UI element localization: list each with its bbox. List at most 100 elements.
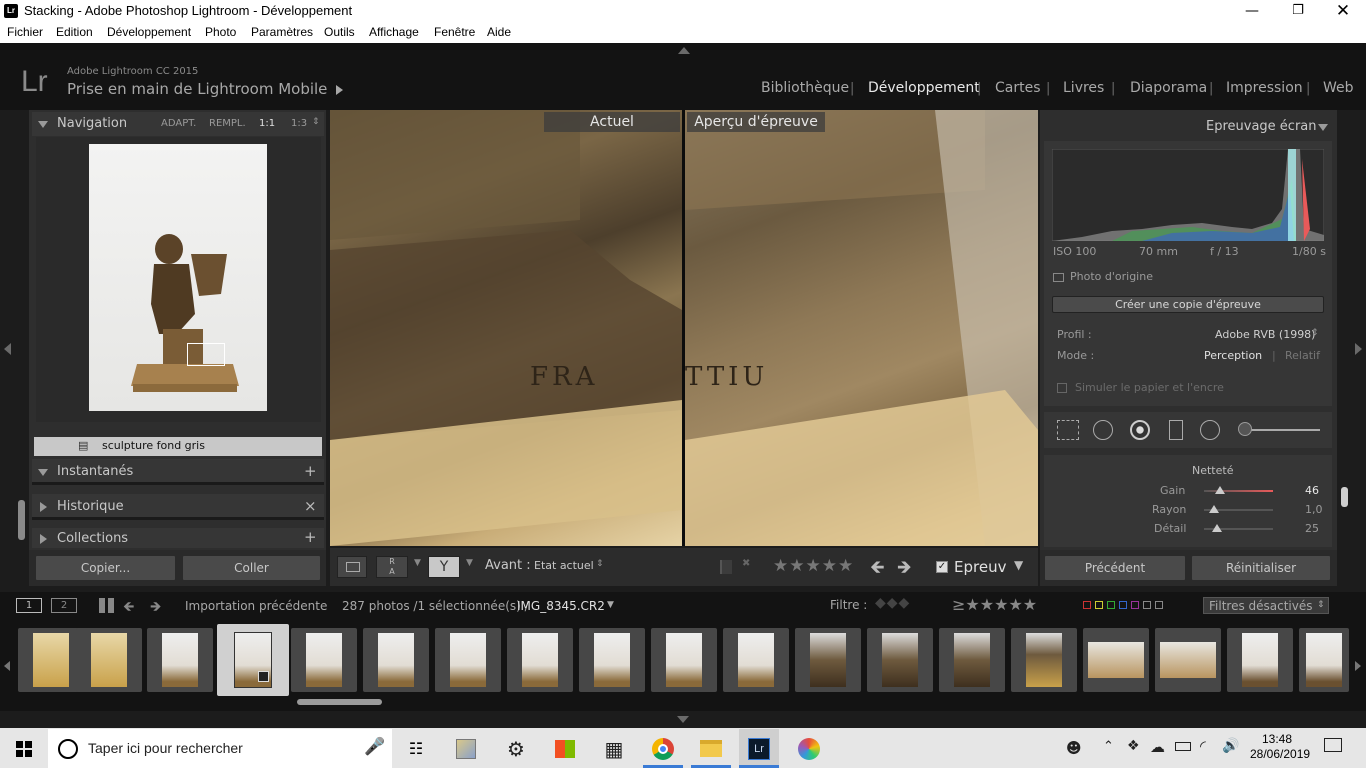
- gain-slider-thumb[interactable]: [1215, 486, 1225, 494]
- filmstrip-thumb[interactable]: [147, 628, 213, 692]
- filmstrip-left-arrow-icon[interactable]: [4, 661, 10, 671]
- right-panel-scrollbar[interactable]: [1341, 487, 1348, 507]
- filmstrip-thumb[interactable]: [1299, 628, 1349, 692]
- filmstrip-thumb[interactable]: [579, 628, 645, 692]
- red-eye-tool-icon[interactable]: [1130, 420, 1150, 440]
- mode-perception[interactable]: Perception: [1204, 349, 1262, 362]
- filmstrip-scrollbar[interactable]: [297, 699, 382, 705]
- rayon-slider-thumb[interactable]: [1209, 505, 1219, 513]
- filmstrip-thumb[interactable]: [1083, 628, 1149, 692]
- volume-icon[interactable]: 🔊: [1222, 738, 1239, 754]
- module-bibliotheque[interactable]: Bibliothèque: [761, 80, 849, 96]
- filmstrip-thumb[interactable]: [18, 628, 84, 692]
- maximize-button[interactable]: ❐: [1275, 0, 1321, 23]
- next-arrow-icon[interactable]: 🡺: [897, 555, 912, 585]
- close-button[interactable]: ✕: [1320, 0, 1366, 23]
- menu-edition[interactable]: Edition: [56, 25, 93, 39]
- right-panel-toggle-icon[interactable]: [1355, 343, 1362, 355]
- reject-flag-icon[interactable]: ✖: [742, 558, 754, 572]
- crop-tool-icon[interactable]: [1057, 420, 1079, 440]
- rayon-value[interactable]: 1,0: [1305, 503, 1323, 516]
- clear-history-icon[interactable]: ×: [304, 497, 317, 515]
- onedrive-cloud-icon[interactable]: ☁: [1150, 738, 1165, 756]
- clock[interactable]: 13:48 28/06/2019: [1250, 732, 1310, 766]
- spot-removal-tool-icon[interactable]: [1093, 420, 1113, 440]
- filmstrip-thumb[interactable]: [435, 628, 501, 692]
- dropdown-arrow-icon[interactable]: ▼: [466, 558, 473, 568]
- current-filename[interactable]: IMG_8345.CR2: [517, 599, 605, 613]
- gain-value[interactable]: 46: [1305, 484, 1319, 497]
- module-web[interactable]: Web: [1323, 80, 1354, 96]
- before-state-select[interactable]: Etat actuel: [534, 559, 594, 572]
- zoom-stepper-icon[interactable]: ⇕: [312, 117, 320, 127]
- play-icon[interactable]: [336, 85, 343, 95]
- color-label-filters[interactable]: [1083, 601, 1183, 610]
- module-developpement[interactable]: Développement: [868, 80, 980, 96]
- create-proof-copy-button[interactable]: Créer une copie d'épreuve: [1052, 296, 1324, 313]
- start-button[interactable]: [4, 729, 44, 768]
- simulate-paper-checkbox[interactable]: [1057, 383, 1067, 393]
- navigator-header[interactable]: Navigation ADAPT. REMPL. 1:1 1:3 ⇕: [32, 112, 324, 136]
- panel-historique[interactable]: Historique ×: [32, 494, 324, 520]
- star-rating[interactable]: ★★★★★: [773, 556, 854, 576]
- filters-select[interactable]: Filtres désactivés ⇕: [1203, 597, 1329, 614]
- soft-proof-checkbox[interactable]: ✓: [936, 561, 948, 573]
- reset-button[interactable]: Réinitialiser: [1191, 555, 1331, 581]
- dropbox-icon[interactable]: ❖: [1127, 738, 1140, 754]
- filmstrip-right-arrow-icon[interactable]: [1355, 661, 1361, 671]
- wifi-icon[interactable]: ◜: [1200, 737, 1206, 755]
- top-panel-toggle-icon[interactable]: [678, 47, 690, 54]
- menu-outils[interactable]: Outils: [324, 25, 355, 39]
- soft-proof-panel-header[interactable]: Epreuvage écran: [1044, 113, 1332, 139]
- previous-arrow-icon[interactable]: 🡸: [870, 555, 885, 585]
- zoom-rempl[interactable]: REMPL.: [209, 118, 246, 129]
- zoom-area-rectangle[interactable]: [187, 343, 225, 366]
- calculator-icon[interactable]: ▦: [594, 729, 634, 768]
- navigator-preview[interactable]: [36, 137, 321, 422]
- screen-2-button[interactable]: 2: [51, 598, 77, 613]
- toolbar-menu-icon[interactable]: ▼: [1014, 558, 1023, 572]
- add-snapshot-icon[interactable]: +: [304, 462, 317, 480]
- previous-settings-button[interactable]: Précédent: [1044, 555, 1186, 581]
- filmstrip-thumb-selected[interactable]: [217, 624, 289, 696]
- dropdown-arrow-icon[interactable]: ▼: [414, 558, 421, 568]
- notifications-icon[interactable]: [1324, 738, 1342, 752]
- photos-app-icon[interactable]: [789, 729, 829, 768]
- left-panel-scrollbar[interactable]: [18, 500, 25, 540]
- photo-proof-preview[interactable]: TTIU: [685, 110, 1038, 546]
- rating-filter-stars[interactable]: ≥★★★★★: [952, 595, 1037, 614]
- filmstrip-thumb[interactable]: [651, 628, 717, 692]
- module-impression[interactable]: Impression: [1226, 80, 1303, 96]
- task-view-icon[interactable]: ☷: [396, 729, 436, 768]
- panel-collections[interactable]: Collections +: [32, 528, 324, 548]
- filmstrip-thumb[interactable]: [1155, 628, 1221, 692]
- original-photo-checkbox[interactable]: [1053, 273, 1064, 282]
- people-icon[interactable]: ☻: [1066, 739, 1082, 757]
- screen-1-button[interactable]: 1: [16, 598, 42, 613]
- image-compare-view[interactable]: FRA TTIU Actuel Aperçu d'épreuve: [330, 110, 1038, 546]
- copy-settings-button[interactable]: Copier...: [35, 555, 176, 581]
- zoom-1-1[interactable]: 1:1: [259, 118, 275, 129]
- detail-value[interactable]: 25: [1305, 522, 1319, 535]
- panel-instantanes[interactable]: Instantanés +: [32, 459, 324, 485]
- adjustment-brush-slider[interactable]: [1240, 429, 1320, 431]
- menu-developpement[interactable]: Développement: [107, 25, 191, 39]
- soft-proof-view-button[interactable]: Y: [428, 556, 460, 578]
- menu-affichage[interactable]: Affichage: [369, 25, 419, 39]
- flag-icon[interactable]: [720, 560, 732, 574]
- graduated-filter-icon[interactable]: [1169, 420, 1183, 440]
- mode-relatif[interactable]: Relatif: [1285, 349, 1320, 362]
- grid-view-icon[interactable]: [99, 598, 114, 613]
- module-livres[interactable]: Livres: [1063, 80, 1104, 96]
- profile-stepper-icon[interactable]: ⇕: [1311, 328, 1319, 338]
- filename-dropdown-icon[interactable]: ▼: [607, 600, 614, 610]
- collection-item[interactable]: ▤ sculpture fond gris: [34, 437, 322, 456]
- show-hidden-icons-icon[interactable]: ⌃: [1103, 739, 1114, 754]
- filmstrip-thumb[interactable]: [363, 628, 429, 692]
- menu-photo[interactable]: Photo: [205, 25, 236, 39]
- lightroom-taskbar-button[interactable]: Lr: [739, 729, 779, 768]
- filmstrip-thumb[interactable]: [76, 628, 142, 692]
- zoom-1-3[interactable]: 1:3: [291, 118, 307, 129]
- filmstrip-thumb[interactable]: [939, 628, 1005, 692]
- filmstrip-thumb[interactable]: [1011, 628, 1077, 692]
